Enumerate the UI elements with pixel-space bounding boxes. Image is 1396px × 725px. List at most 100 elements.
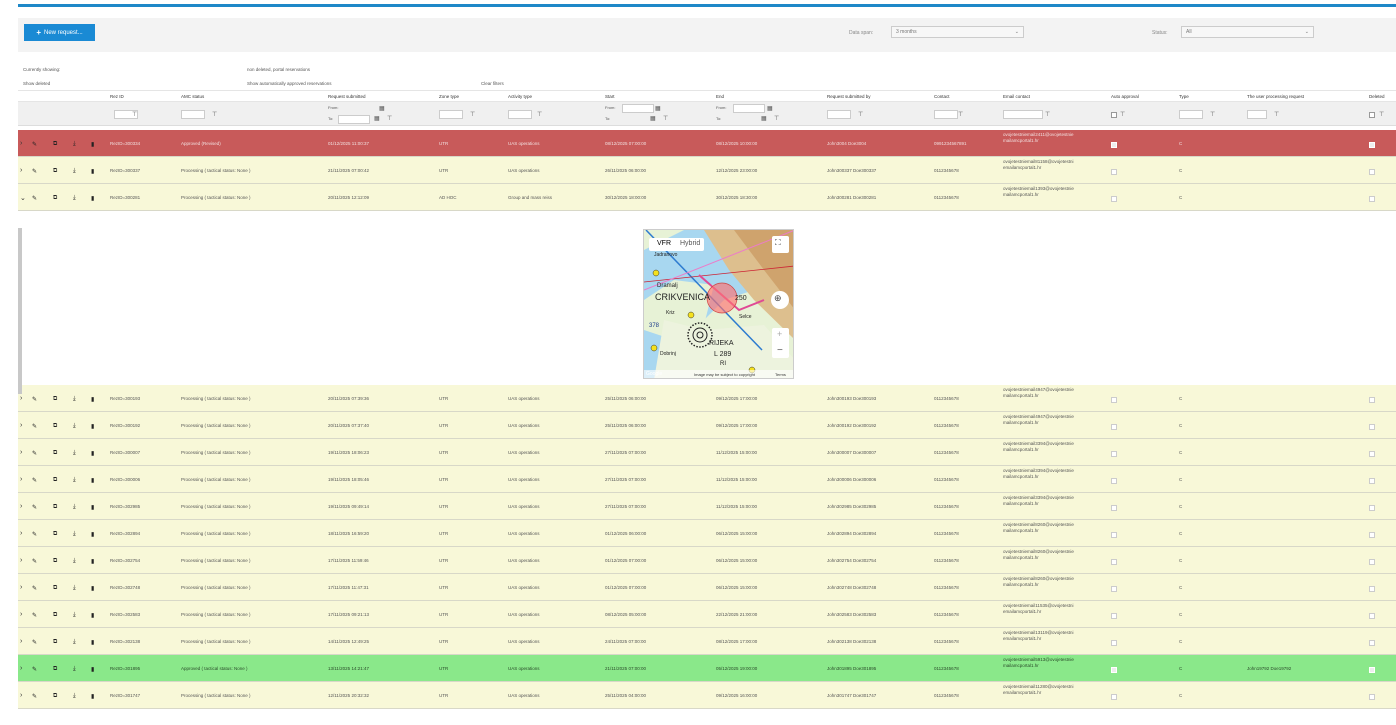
- end-from-input[interactable]: [733, 104, 765, 113]
- filter-icon[interactable]: ⊤: [858, 111, 863, 118]
- download-icon[interactable]: ⤓: [73, 585, 76, 592]
- copy-icon[interactable]: ⧉: [53, 168, 57, 175]
- table-row[interactable]: › ✎ ⧉ ⤓ ▮ RezID=301895 Approved ( tactical sta…: [18, 655, 1396, 682]
- col-request-submitted[interactable]: Request submitted: [328, 94, 366, 99]
- show-deleted-toggle[interactable]: Show deleted: [23, 81, 50, 86]
- document-icon[interactable]: ▮: [91, 396, 94, 403]
- submitted-by-filter-input[interactable]: [827, 110, 851, 119]
- user-processing-filter-input[interactable]: [1247, 110, 1267, 119]
- table-row[interactable]: › ✎ ⧉ ⤓ ▮ RezID=300337 Processing ( tactical s…: [18, 157, 1396, 184]
- calendar-icon[interactable]: ▦: [650, 115, 656, 122]
- download-icon[interactable]: ⤓: [73, 450, 76, 457]
- type-filter-input[interactable]: [1179, 110, 1203, 119]
- calendar-icon[interactable]: ▦: [767, 105, 773, 112]
- document-icon[interactable]: ▮: [91, 450, 94, 457]
- col-request-submitted-by[interactable]: Request submitted by: [827, 94, 871, 99]
- filter-icon[interactable]: ⊤: [1045, 111, 1050, 118]
- expand-row-icon[interactable]: ›: [20, 557, 22, 564]
- copy-icon[interactable]: ⧉: [53, 666, 57, 673]
- show-auto-approved-toggle[interactable]: Show automatically approved reservations: [247, 81, 332, 86]
- expand-row-icon[interactable]: ›: [20, 476, 22, 483]
- edit-icon[interactable]: ✎: [32, 396, 37, 403]
- col-type[interactable]: Type: [1179, 94, 1189, 99]
- download-icon[interactable]: ⤓: [73, 666, 76, 673]
- col-start[interactable]: Start: [605, 94, 615, 99]
- download-icon[interactable]: ⤓: [73, 504, 76, 511]
- table-row[interactable]: › ✎ ⧉ ⤓ ▮ RezID=300334 Approved (Revised) 01/12…: [18, 130, 1396, 157]
- zoom-out-icon[interactable]: −: [777, 345, 783, 356]
- edit-icon[interactable]: ✎: [32, 477, 37, 484]
- document-icon[interactable]: ▮: [91, 423, 94, 430]
- filter-icon[interactable]: ⊤: [212, 111, 217, 118]
- document-icon[interactable]: ▮: [91, 141, 94, 148]
- submitted-to-input[interactable]: [338, 115, 370, 124]
- expand-row-icon[interactable]: ›: [20, 422, 22, 429]
- copy-icon[interactable]: ⧉: [53, 531, 57, 538]
- copy-icon[interactable]: ⧉: [53, 195, 57, 202]
- download-icon[interactable]: ⤓: [73, 141, 76, 148]
- download-icon[interactable]: ⤓: [73, 693, 76, 700]
- table-row[interactable]: › ✎ ⧉ ⤓ ▮ RezID=300193 Processing ( tactical s…: [18, 385, 1396, 412]
- edit-icon[interactable]: ✎: [32, 531, 37, 538]
- data-span-select[interactable]: 3 months ⌄: [891, 26, 1024, 38]
- col-end[interactable]: End: [716, 94, 724, 99]
- status-select[interactable]: All ⌄: [1181, 26, 1314, 38]
- hybrid-tab[interactable]: Hybrid: [680, 240, 700, 247]
- fullscreen-icon[interactable]: ⛶: [775, 238, 781, 248]
- copy-icon[interactable]: ⧉: [53, 504, 57, 511]
- map-preview[interactable]: VFR Hybrid ⛶ ⊕ + − Dramalj CRIKVENICA 25…: [643, 229, 794, 379]
- table-row[interactable]: › ✎ ⧉ ⤓ ▮ RezID=302754 Processing ( tactical s…: [18, 547, 1396, 574]
- table-row[interactable]: › ✎ ⧉ ⤓ ▮ RezID=300007 Processing ( tactical s…: [18, 439, 1396, 466]
- filter-icon[interactable]: ⊤: [1274, 111, 1279, 118]
- collapse-row-icon[interactable]: ⌄: [20, 194, 26, 202]
- document-icon[interactable]: ▮: [91, 504, 94, 511]
- deleted-filter-checkbox[interactable]: [1369, 112, 1375, 118]
- copy-icon[interactable]: ⧉: [53, 396, 57, 403]
- edit-icon[interactable]: ✎: [32, 141, 37, 148]
- calendar-icon[interactable]: ▦: [655, 105, 661, 112]
- filter-icon[interactable]: ⊤: [1210, 111, 1215, 118]
- expand-row-icon[interactable]: ›: [20, 449, 22, 456]
- expand-row-icon[interactable]: ›: [20, 503, 22, 510]
- copy-icon[interactable]: ⧉: [53, 585, 57, 592]
- activity-type-filter-input[interactable]: [508, 110, 532, 119]
- edit-icon[interactable]: ✎: [32, 612, 37, 619]
- vfr-tab[interactable]: VFR: [657, 240, 671, 247]
- expand-row-icon[interactable]: ›: [20, 665, 22, 672]
- col-zone-type[interactable]: Zone type: [439, 94, 459, 99]
- table-row[interactable]: › ✎ ⧉ ⤓ ▮ RezID=301747 Processing ( tactical s…: [18, 682, 1396, 709]
- col-amc-status[interactable]: AMC status: [181, 94, 204, 99]
- expand-row-icon[interactable]: ›: [20, 584, 22, 591]
- download-icon[interactable]: ⤓: [73, 612, 76, 619]
- download-icon[interactable]: ⤓: [73, 396, 76, 403]
- table-row[interactable]: › ✎ ⧉ ⤓ ▮ RezID=300006 Processing ( tactical s…: [18, 466, 1396, 493]
- copy-icon[interactable]: ⧉: [53, 558, 57, 565]
- edit-icon[interactable]: ✎: [32, 423, 37, 430]
- edit-icon[interactable]: ✎: [32, 693, 37, 700]
- edit-icon[interactable]: ✎: [32, 558, 37, 565]
- document-icon[interactable]: ▮: [91, 531, 94, 538]
- document-icon[interactable]: ▮: [91, 612, 94, 619]
- table-row[interactable]: › ✎ ⧉ ⤓ ▮ RezID=302985 Processing ( tactical s…: [18, 493, 1396, 520]
- col-auto-approval[interactable]: Auto approval: [1111, 94, 1139, 99]
- copy-icon[interactable]: ⧉: [53, 477, 57, 484]
- clear-filters-link[interactable]: Clear filters: [481, 81, 504, 86]
- edit-icon[interactable]: ✎: [32, 168, 37, 175]
- table-row[interactable]: › ✎ ⧉ ⤓ ▮ RezID=302894 Processing ( tactical s…: [18, 520, 1396, 547]
- auto-approval-filter-checkbox[interactable]: [1111, 112, 1117, 118]
- map-terms-link[interactable]: Terms: [775, 372, 786, 377]
- expand-row-icon[interactable]: ›: [20, 530, 22, 537]
- table-row[interactable]: › ✎ ⧉ ⤓ ▮ RezID=302748 Processing ( tactical s…: [18, 574, 1396, 601]
- edit-icon[interactable]: ✎: [32, 195, 37, 202]
- filter-icon[interactable]: ⊤: [387, 115, 392, 122]
- download-icon[interactable]: ⤓: [73, 195, 76, 202]
- calendar-icon[interactable]: ▦: [379, 105, 385, 112]
- table-row[interactable]: › ✎ ⧉ ⤓ ▮ RezID=302138 Processing ( tactical s…: [18, 628, 1396, 655]
- table-row[interactable]: › ✎ ⧉ ⤓ ▮ RezID=300192 Processing ( tactical s…: [18, 412, 1396, 439]
- table-row[interactable]: ⌄ ✎ ⧉ ⤓ ▮ RezID=300281 Processing ( tactical s…: [18, 184, 1396, 211]
- calendar-icon[interactable]: ▦: [761, 115, 767, 122]
- locate-icon[interactable]: ⊕: [774, 293, 782, 304]
- col-activity-type[interactable]: Activity type: [508, 94, 532, 99]
- edit-icon[interactable]: ✎: [32, 504, 37, 511]
- document-icon[interactable]: ▮: [91, 168, 94, 175]
